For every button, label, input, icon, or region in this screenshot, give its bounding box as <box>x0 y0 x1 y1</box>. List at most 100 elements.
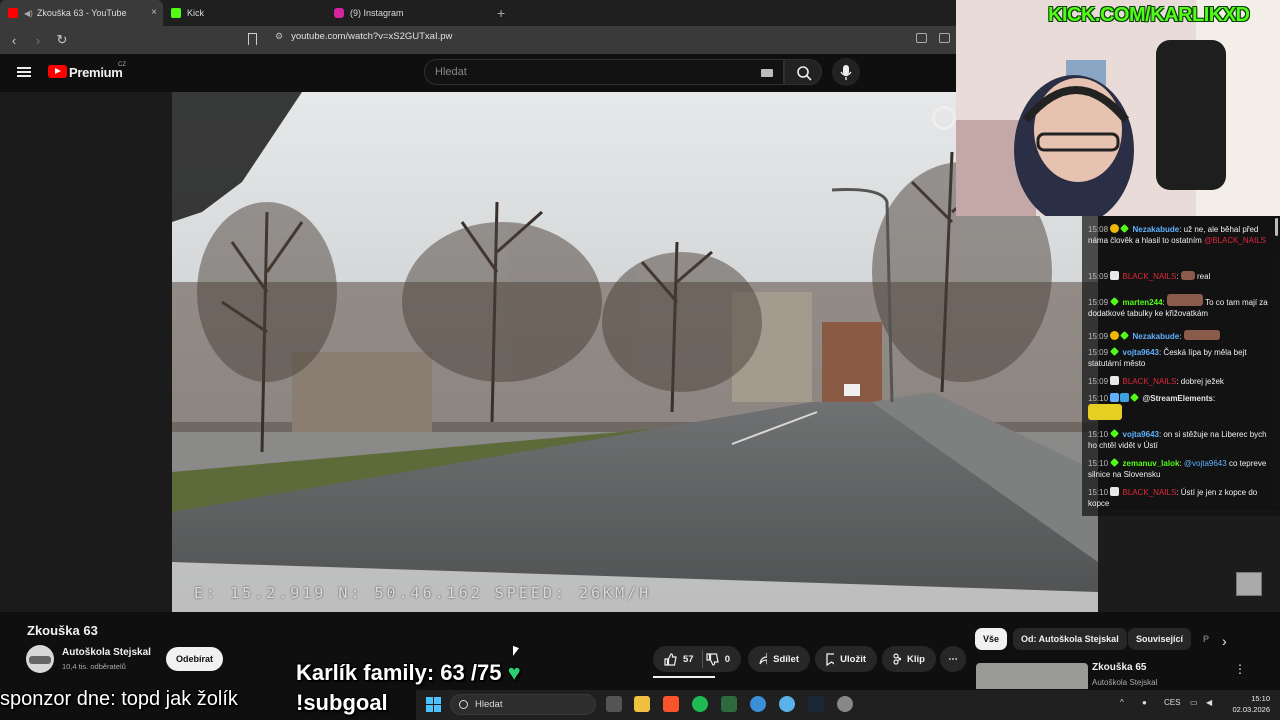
chat-message: 15:09 BLACK_NAILS: real <box>1088 271 1211 281</box>
kick-badge-icon <box>1120 331 1130 340</box>
file-explorer-icon[interactable] <box>634 696 650 712</box>
gift-badge-icon <box>1110 331 1120 340</box>
url-text: youtube.com/watch?v=xS2GUTxaI.pw <box>291 31 453 42</box>
chevron-right-icon[interactable]: › <box>1222 633 1227 649</box>
chat-message: 15:10 @StreamElements: <box>1088 393 1272 422</box>
app-c2-icon[interactable] <box>779 696 795 712</box>
like-button[interactable]: 57 <box>664 652 694 666</box>
kick-badge-icon <box>1110 458 1120 467</box>
volume-icon[interactable]: ◀ <box>1206 698 1212 707</box>
chip-related[interactable]: Související <box>1128 628 1192 650</box>
taskbar-clock[interactable]: 15:10 02.03.2026 <box>1228 693 1270 715</box>
brave-browser-icon[interactable] <box>663 696 679 712</box>
verified-badge-icon <box>1120 393 1130 402</box>
search-icon <box>797 66 812 81</box>
subscribe-button[interactable]: Odebírat <box>166 647 223 671</box>
menu-icon[interactable] <box>17 67 31 77</box>
address-bar: ‹ › ↻ ⚙ youtube.com/watch?v=xS2GUTxaI.pw <box>0 26 956 54</box>
share-button[interactable]: Sdílet <box>748 646 810 672</box>
search-button[interactable] <box>784 59 822 85</box>
like-count: 57 <box>683 653 694 665</box>
mouse-cursor-icon <box>513 645 519 659</box>
tab-youtube[interactable]: ◀) Zkouška 63 - YouTube × <box>0 0 163 26</box>
clock-date: 02.03.2026 <box>1232 705 1270 714</box>
bookmark-icon[interactable] <box>248 33 257 45</box>
search-input[interactable]: Hledat <box>424 59 784 85</box>
channel-name[interactable]: Autoškola Stejskal <box>62 647 151 658</box>
save-button[interactable]: Uložit <box>815 646 877 672</box>
webcam-image <box>956 0 1280 216</box>
voice-search-button[interactable] <box>832 58 860 86</box>
like-divider <box>702 650 703 668</box>
dislike-button[interactable]: 0 <box>706 652 730 666</box>
youtube-brand[interactable]: Premium <box>69 65 123 80</box>
tab-kick[interactable]: Kick <box>163 0 326 26</box>
taskbar-search[interactable]: Hledat <box>450 694 596 715</box>
screen: ◀) Zkouška 63 - YouTube × Kick (9) Insta… <box>0 0 1280 720</box>
chat-message: 15:10 vojta9643: on si stěžuje na Libere… <box>1088 429 1267 450</box>
thumbs-down-icon <box>706 652 719 666</box>
miniplayer-thumb-icon[interactable] <box>1236 572 1262 596</box>
sub-badge-icon <box>1110 271 1120 280</box>
bot-badge-icon <box>1110 393 1120 402</box>
video-title: Zkouška 63 <box>27 623 98 638</box>
stream-chat: 15:08 Nezakabude: už ne, ale běhal před … <box>1082 216 1280 516</box>
region-code: CZ <box>118 62 126 68</box>
chip-more[interactable]: P <box>1195 628 1217 650</box>
app-c-icon[interactable] <box>750 696 766 712</box>
close-tab-icon[interactable]: × <box>151 7 157 18</box>
recommended-more-icon[interactable]: ⋮ <box>1234 662 1246 676</box>
spotify-icon[interactable] <box>692 696 708 712</box>
save-label: Uložit <box>840 653 866 665</box>
tray-mic-icon[interactable]: ● <box>1142 698 1147 707</box>
video-letterbox-left <box>0 92 172 612</box>
chip-all[interactable]: Vše <box>975 628 1008 650</box>
emote-icon <box>1183 330 1220 340</box>
search-placeholder: Hledat <box>435 66 467 78</box>
more-icon: ⋯ <box>948 653 958 665</box>
youtube-logo-icon[interactable] <box>48 65 67 78</box>
microphone-icon <box>840 65 852 80</box>
input-language[interactable]: CES <box>1164 698 1180 707</box>
youtube-header: Premium CZ Hledat <box>0 54 956 92</box>
new-tab-button[interactable]: + <box>497 5 505 21</box>
tab-label: (9) Instagram <box>350 8 404 18</box>
back-icon[interactable]: ‹ <box>4 33 24 48</box>
url-field[interactable]: ⚙ youtube.com/watch?v=xS2GUTxaI.pw <box>275 31 452 42</box>
tab-instagram[interactable]: (9) Instagram <box>326 0 491 26</box>
browser-toolbar-icons <box>916 33 950 43</box>
more-actions-button[interactable]: ⋯ <box>940 646 966 672</box>
dashcam-logo-icon <box>932 106 956 130</box>
steam-icon[interactable] <box>808 696 824 712</box>
youtube-icon <box>8 8 18 18</box>
reload-icon[interactable]: ↻ <box>52 32 72 48</box>
recommended-video-thumbnail[interactable] <box>976 663 1088 689</box>
windows-start-icon[interactable] <box>426 697 441 712</box>
keyboard-icon[interactable] <box>761 69 773 77</box>
obs-icon[interactable] <box>837 696 853 712</box>
gps-overlay: E: 15.2.919 N: 50.46.162 SPEED: 26KM/H <box>194 584 652 602</box>
search-icon <box>459 700 468 709</box>
tray-chevron-icon[interactable]: ^ <box>1120 698 1124 707</box>
forward-icon[interactable]: › <box>28 33 48 48</box>
recommended-video-title[interactable]: Zkouška 65 <box>1092 662 1146 673</box>
cast-icon[interactable] <box>916 33 927 43</box>
chip-from-channel[interactable]: Od: Autoškola Stejskal <box>1013 628 1127 650</box>
clip-button[interactable]: Klip <box>882 646 936 672</box>
emote-icon <box>1166 294 1203 306</box>
network-icon[interactable]: ▭ <box>1190 698 1198 707</box>
share-label: Sdílet <box>773 653 799 665</box>
task-view-icon[interactable] <box>606 696 622 712</box>
sub-badge-icon <box>1110 376 1120 385</box>
chat-message: 15:10 zemanuv_lalok: @vojta9643 co tepre… <box>1088 458 1267 479</box>
app-icon[interactable] <box>721 696 737 712</box>
sub-badge-icon <box>1110 487 1120 496</box>
like-underline <box>653 676 715 678</box>
site-info-icon[interactable]: ⚙ <box>275 31 283 42</box>
channel-avatar[interactable] <box>26 645 54 673</box>
share-page-icon[interactable] <box>939 33 950 43</box>
emote-icon <box>1180 271 1195 280</box>
chat-scrollbar[interactable] <box>1275 218 1278 236</box>
recommended-video-channel: Autoškola Stejskal <box>1092 678 1158 687</box>
tab-label: Kick <box>187 8 205 18</box>
